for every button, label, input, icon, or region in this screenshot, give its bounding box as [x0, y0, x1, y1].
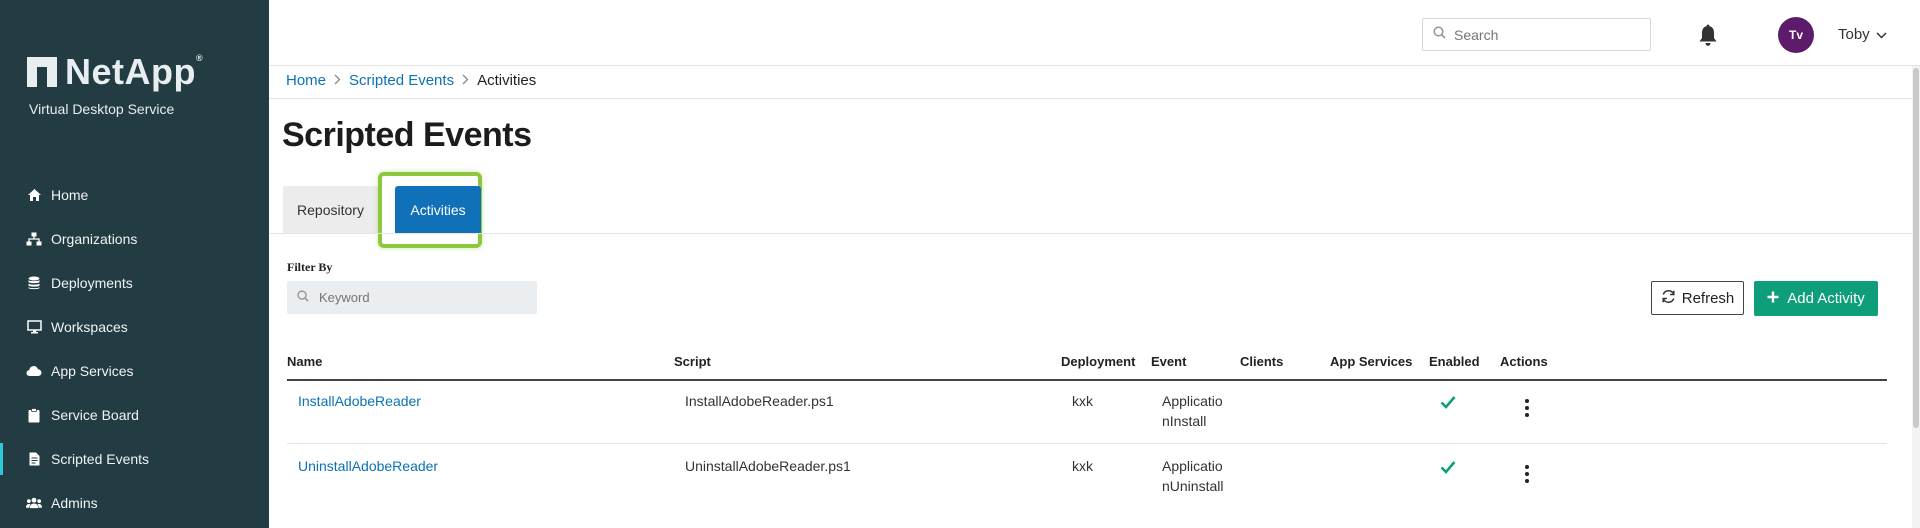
row-actions-kebab-icon[interactable] — [1523, 399, 1531, 417]
column-header-deployment[interactable]: Deployment — [1061, 354, 1135, 369]
chevron-right-icon — [462, 74, 469, 88]
column-header-name[interactable]: Name — [287, 354, 322, 369]
sidebar-item-label: Deployments — [51, 275, 133, 291]
tab-activities[interactable]: Activities — [395, 186, 481, 233]
chevron-right-icon — [334, 74, 341, 88]
breadcrumb-current: Activities — [477, 72, 537, 89]
sidebar-item-label: Home — [51, 187, 89, 203]
sidebar-item-label: Workspaces — [51, 319, 128, 335]
logo-subtitle: Virtual Desktop Service — [29, 101, 175, 117]
sidebar-item-organizations[interactable]: Organizations — [0, 217, 269, 261]
column-header-enabled[interactable]: Enabled — [1429, 354, 1480, 369]
app-root: NetApp® Virtual Desktop Service Home Org… — [0, 0, 1920, 528]
column-header-script[interactable]: Script — [674, 354, 711, 369]
event-cell: ApplicationInstall — [1162, 393, 1223, 429]
global-search[interactable] — [1422, 18, 1651, 51]
script-cell: UninstallAdobeReader.ps1 — [685, 458, 851, 474]
tab-repository[interactable]: Repository — [283, 186, 378, 233]
sidebar-item-scripted-events[interactable]: Scripted Events — [0, 437, 269, 481]
sitemap-icon — [26, 231, 42, 247]
activity-name-link[interactable]: InstallAdobeReader — [298, 393, 421, 409]
top-bar: Tv Toby — [269, 0, 1920, 66]
sidebar-item-service-board[interactable]: Service Board — [0, 393, 269, 437]
add-activity-button[interactable]: Add Activity — [1754, 281, 1878, 316]
keyword-input[interactable] — [319, 290, 529, 305]
sidebar-item-home[interactable]: Home — [0, 173, 269, 217]
keyword-filter[interactable] — [287, 281, 537, 314]
avatar[interactable]: Tv — [1778, 17, 1814, 53]
refresh-icon — [1661, 289, 1676, 308]
table-row-divider — [287, 443, 1887, 444]
script-cell: InstallAdobeReader.ps1 — [685, 393, 834, 409]
file-script-icon — [26, 451, 42, 467]
refresh-label: Refresh — [1681, 289, 1735, 307]
plus-icon — [1767, 290, 1779, 307]
row-actions-kebab-icon[interactable] — [1523, 465, 1531, 483]
sidebar-item-admins[interactable]: Admins — [0, 481, 269, 525]
netapp-logo[interactable]: NetApp® — [27, 54, 203, 90]
users-icon — [26, 495, 42, 511]
tab-divider — [269, 233, 1920, 234]
enabled-check-icon — [1440, 460, 1456, 474]
search-icon — [1433, 25, 1446, 44]
add-activity-label: Add Activity — [1787, 290, 1865, 307]
sidebar-item-label: Service Board — [51, 407, 139, 423]
sidebar-item-label: Organizations — [51, 231, 138, 247]
page-scrollbar-thumb[interactable] — [1913, 68, 1919, 428]
user-menu[interactable]: Toby — [1838, 26, 1887, 43]
column-header-actions: Actions — [1500, 354, 1548, 369]
netapp-logo-mark-icon — [27, 57, 57, 87]
user-name: Toby — [1838, 26, 1870, 43]
sidebar: NetApp® Virtual Desktop Service Home Org… — [0, 0, 269, 528]
search-icon — [297, 289, 309, 307]
breadcrumb: Home Scripted Events Activities — [286, 72, 536, 89]
sidebar-item-workspaces[interactable]: Workspaces — [0, 305, 269, 349]
clipboard-icon — [26, 407, 42, 423]
sidebar-nav: Home Organizations Deployments Workspace… — [0, 173, 269, 525]
notifications-bell-icon[interactable] — [1697, 24, 1719, 48]
chevron-down-icon — [1876, 26, 1887, 43]
filter-label: Filter By — [287, 260, 333, 274]
sidebar-item-deployments[interactable]: Deployments — [0, 261, 269, 305]
logo-text: NetApp® — [65, 51, 204, 92]
monitor-icon — [26, 319, 42, 335]
column-header-event[interactable]: Event — [1151, 354, 1186, 369]
cloud-icon — [26, 363, 42, 379]
database-icon — [26, 275, 42, 291]
sidebar-item-label: App Services — [51, 363, 134, 379]
activity-name-link[interactable]: UninstallAdobeReader — [298, 458, 438, 474]
sidebar-item-label: Admins — [51, 495, 98, 511]
refresh-button[interactable]: Refresh — [1651, 281, 1744, 315]
breadcrumb-divider — [269, 98, 1920, 99]
table-header-divider — [287, 379, 1887, 381]
breadcrumb-scripted-events[interactable]: Scripted Events — [349, 72, 454, 89]
deployment-cell: kxk — [1072, 458, 1093, 474]
search-input[interactable] — [1454, 26, 1644, 43]
breadcrumb-home[interactable]: Home — [286, 72, 326, 89]
sidebar-item-app-services[interactable]: App Services — [0, 349, 269, 393]
column-header-app-services[interactable]: App Services — [1330, 354, 1412, 369]
column-header-clients[interactable]: Clients — [1240, 354, 1283, 369]
tab-bar: Repository — [283, 186, 378, 233]
page-title: Scripted Events — [282, 116, 532, 154]
home-icon — [26, 187, 42, 203]
deployment-cell: kxk — [1072, 393, 1093, 409]
sidebar-item-label: Scripted Events — [51, 451, 150, 467]
enabled-check-icon — [1440, 395, 1456, 409]
event-cell: ApplicationUninstall — [1162, 458, 1224, 494]
